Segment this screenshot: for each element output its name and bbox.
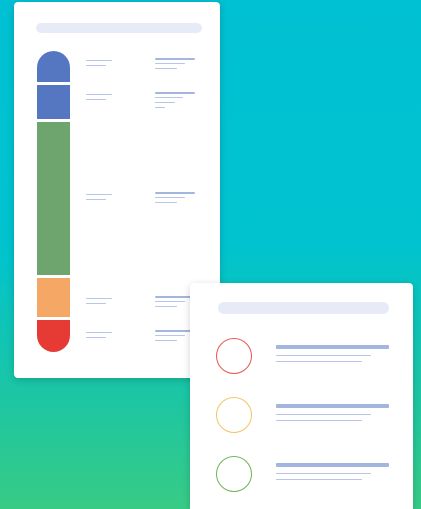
label-line	[86, 94, 112, 95]
value-line	[155, 68, 177, 69]
value-line	[155, 306, 177, 307]
value-line	[155, 301, 185, 302]
value-line	[155, 102, 175, 103]
value-line	[155, 340, 177, 341]
legend-line	[276, 420, 362, 421]
segment-2	[37, 85, 70, 119]
legend-line	[276, 355, 371, 356]
legend-line	[276, 463, 389, 467]
label-line	[86, 298, 112, 299]
value-line	[155, 335, 185, 336]
value-line	[155, 63, 185, 64]
legend-line	[276, 473, 371, 474]
value-line	[155, 202, 177, 203]
legend-line	[276, 345, 389, 349]
legend-ring-icon	[216, 338, 252, 374]
value-line	[155, 97, 183, 98]
label-line	[86, 332, 112, 333]
value-line	[155, 58, 195, 60]
segment-5	[37, 320, 70, 352]
label-line	[86, 199, 106, 200]
legend-line	[276, 361, 362, 362]
segment-3	[37, 122, 70, 275]
value-line	[155, 330, 195, 332]
card-header-placeholder	[36, 23, 202, 33]
value-line	[155, 92, 195, 94]
label-line	[86, 194, 112, 195]
legend-line	[276, 404, 389, 408]
value-line	[155, 192, 195, 194]
legend-ring-icon	[216, 397, 252, 433]
label-line	[86, 337, 106, 338]
segment-stack	[37, 51, 70, 352]
legend-header-placeholder	[218, 302, 389, 314]
label-line	[86, 60, 112, 61]
label-line	[86, 65, 106, 66]
label-line	[86, 303, 106, 304]
legend-ring-icon	[216, 456, 252, 492]
label-line	[86, 99, 106, 100]
segment-4	[37, 278, 70, 317]
value-line	[155, 197, 185, 198]
legend-card	[190, 283, 413, 509]
value-line	[155, 107, 165, 108]
value-line	[155, 296, 195, 298]
segment-1	[37, 51, 70, 82]
legend-line	[276, 414, 371, 415]
legend-line	[276, 479, 362, 480]
